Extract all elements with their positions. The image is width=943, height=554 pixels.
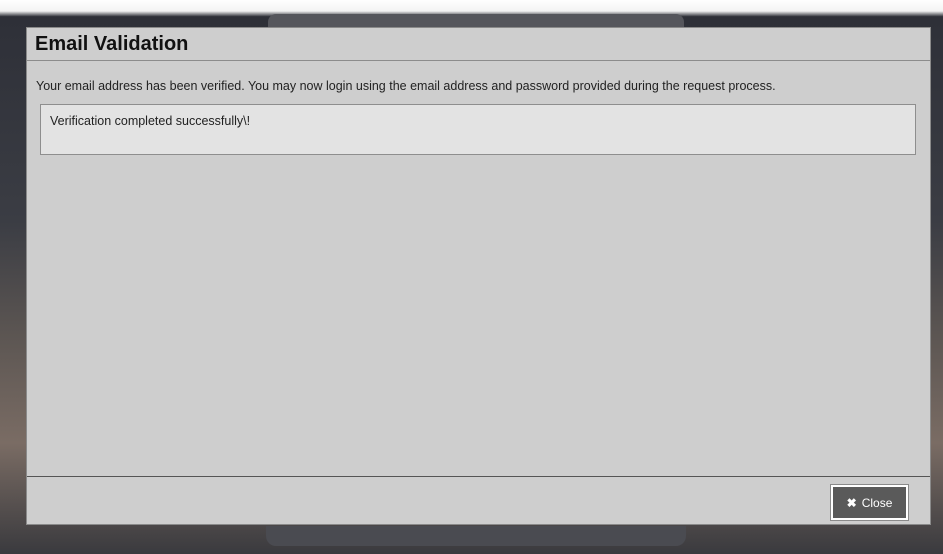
- email-validation-dialog: Email Validation Your email address has …: [26, 27, 931, 525]
- background-panel-bottom: [266, 526, 686, 546]
- dialog-header: Email Validation: [27, 28, 930, 61]
- status-box: Verification completed successfully\!: [40, 104, 916, 155]
- status-text: Verification completed successfully\!: [50, 114, 251, 128]
- verification-message: Your email address has been verified. Yo…: [36, 79, 776, 93]
- dialog-footer: ✖ Close: [27, 476, 930, 524]
- close-icon: ✖: [846, 495, 857, 510]
- close-button[interactable]: ✖ Close: [831, 485, 908, 520]
- dialog-title: Email Validation: [35, 33, 189, 55]
- close-button-label: Close: [861, 495, 893, 510]
